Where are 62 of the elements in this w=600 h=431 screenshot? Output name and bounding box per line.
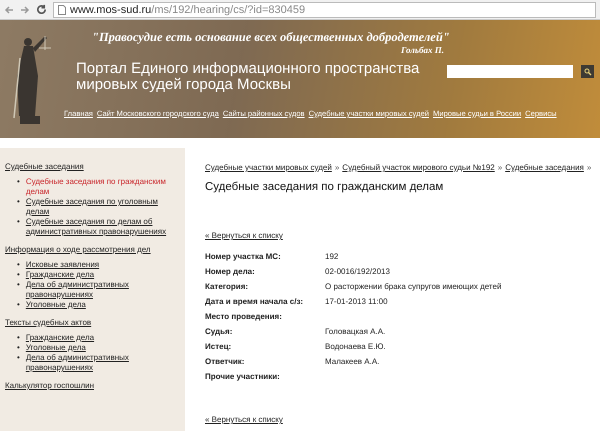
breadcrumb-separator: » bbox=[586, 163, 592, 172]
bullet: • bbox=[17, 177, 20, 188]
url-host: www.mos-sud.ru bbox=[70, 4, 152, 16]
field-value: О расторжении брака супругов имеющих детей bbox=[325, 282, 502, 291]
sidebar-section-link[interactable]: Информация о ходе рассмотрения дел bbox=[5, 245, 151, 254]
bullet: • bbox=[17, 217, 20, 228]
field-value: 192 bbox=[325, 252, 340, 261]
portal-title: Портал Единого информационного пространства мировых судей города Москвы bbox=[76, 61, 420, 93]
sidebar-section-link[interactable]: Тексты судебных актов bbox=[5, 318, 92, 327]
breadcrumb-link[interactable]: Судебный участок мирового судьи №192 bbox=[342, 163, 495, 172]
sidebar-link[interactable]: Уголовные дела bbox=[26, 343, 86, 353]
bullet: • bbox=[17, 197, 20, 208]
breadcrumb-separator: » bbox=[498, 163, 502, 172]
sidebar-link[interactable]: Гражданские дела bbox=[26, 270, 94, 280]
back-arrow-icon[interactable] bbox=[4, 4, 14, 14]
sidebar-section-link[interactable]: Калькулятор госпошлин bbox=[5, 381, 94, 390]
sidebar-link[interactable]: Судебные заседания по гражданским делам bbox=[26, 177, 181, 197]
breadcrumb-link[interactable]: Судебные заседания bbox=[505, 163, 584, 172]
sidebar-link[interactable]: Исковые заявления bbox=[26, 260, 100, 270]
sidebar-link[interactable]: Дела об административных правонарушениях bbox=[26, 353, 181, 373]
bullet: • bbox=[17, 270, 20, 280]
field-label: Судья: bbox=[205, 327, 234, 336]
field-label: Номер участка МС: bbox=[205, 252, 282, 261]
bullet: • bbox=[17, 300, 20, 310]
field-value: Водонаева Е.Ю. bbox=[325, 342, 387, 351]
field-label: Ответчик: bbox=[205, 357, 246, 366]
breadcrumb-separator: » bbox=[334, 163, 340, 172]
forward-arrow-icon[interactable] bbox=[20, 4, 30, 14]
page-title: Судебные заседания по гражданским делам bbox=[205, 181, 444, 193]
url-path: /ms/192/hearing/cs/?id=830459 bbox=[151, 4, 306, 16]
sidebar-link[interactable]: Дела об административных правонарушениях bbox=[26, 280, 181, 300]
sidebar-section-link[interactable]: Судебные заседания bbox=[5, 162, 84, 171]
field-label: Категория: bbox=[205, 282, 250, 291]
field-label: Дата и время начала с/з: bbox=[205, 297, 304, 306]
field-value: 02-0016/192/2013 bbox=[325, 267, 391, 276]
field-value: Головацкая А.А. bbox=[325, 327, 386, 336]
back-to-list-link[interactable]: « Вернуться к списку bbox=[205, 231, 283, 240]
breadcrumb-link[interactable]: Судебные участки мировых судей bbox=[205, 163, 332, 172]
header-quote: "Правосудие есть основание всех общественных добродетелей" bbox=[92, 30, 451, 45]
reload-icon[interactable] bbox=[36, 4, 47, 15]
bullet: • bbox=[17, 353, 20, 364]
bullet: • bbox=[17, 280, 20, 291]
back-to-list-link[interactable]: « Вернуться к списку bbox=[205, 415, 283, 424]
sidebar-link[interactable]: Гражданские дела bbox=[26, 333, 94, 343]
address-bar[interactable]: www.mos-sud.ru/ms/192/hearing/cs/?id=830459 bbox=[53, 2, 596, 18]
field-label: Номер дела: bbox=[205, 267, 256, 276]
field-label: Истец: bbox=[205, 342, 232, 351]
field-value: Малакеев А.А. bbox=[325, 357, 380, 366]
search-field[interactable] bbox=[447, 65, 573, 78]
sidebar-link[interactable]: Судебные заседания по уголовным делам bbox=[26, 197, 181, 217]
page-icon bbox=[58, 4, 66, 14]
quote-author: Гольбах П. bbox=[401, 45, 444, 55]
search-icon bbox=[584, 68, 592, 76]
field-label: Прочие участники: bbox=[205, 372, 281, 381]
field-label: Место проведения: bbox=[205, 312, 283, 321]
sidebar-link[interactable]: Уголовные дела bbox=[26, 300, 86, 310]
bullet: • bbox=[17, 343, 20, 353]
sidebar-link[interactable]: Судебные заседания по делам об административных правонарушениях bbox=[26, 217, 181, 237]
bullet: • bbox=[17, 333, 20, 343]
field-value: 17-01-2013 11:00 bbox=[325, 297, 389, 306]
search-button[interactable] bbox=[581, 65, 594, 78]
bullet: • bbox=[17, 260, 20, 270]
